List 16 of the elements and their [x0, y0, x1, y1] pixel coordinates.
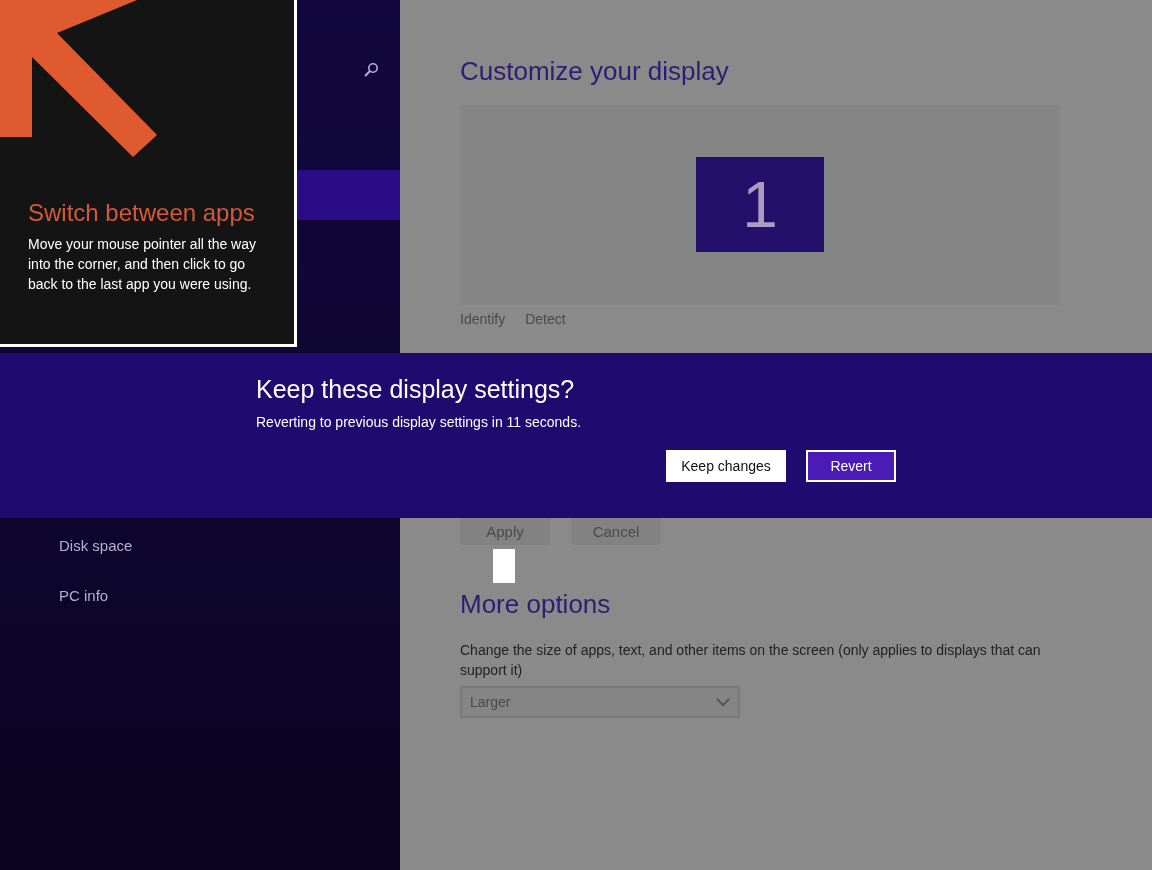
- dialog-button[interactable]: Keep changes: [666, 450, 786, 482]
- tip-title: Switch between apps: [28, 198, 255, 228]
- dialog-title: Keep these display settings?: [256, 375, 576, 404]
- chevron-icon: [716, 697, 730, 707]
- section-heading: More options: [460, 589, 612, 620]
- placeholder-block: [493, 549, 515, 583]
- sidebar-item[interactable]: Disk space: [0, 520, 400, 570]
- dialog-message: Reverting to previous display settings in 11 seconds.: [256, 414, 583, 430]
- description-text: Change the size of apps, text, and other items on the screen (only applies to displays that can support it): [460, 641, 1042, 680]
- sidebar-item[interactable]: PC info: [0, 570, 400, 620]
- dialog-button[interactable]: Revert: [806, 450, 896, 482]
- search-icon[interactable]: [363, 62, 379, 78]
- tip-text: Move your mouse pointer all the way into the corner, and then click to go back to the last app you were using.: [28, 235, 257, 294]
- page-heading: Customize your display: [460, 56, 730, 87]
- arrow-icon: [0, 0, 160, 160]
- monitor-tile[interactable]: 1: [696, 157, 824, 252]
